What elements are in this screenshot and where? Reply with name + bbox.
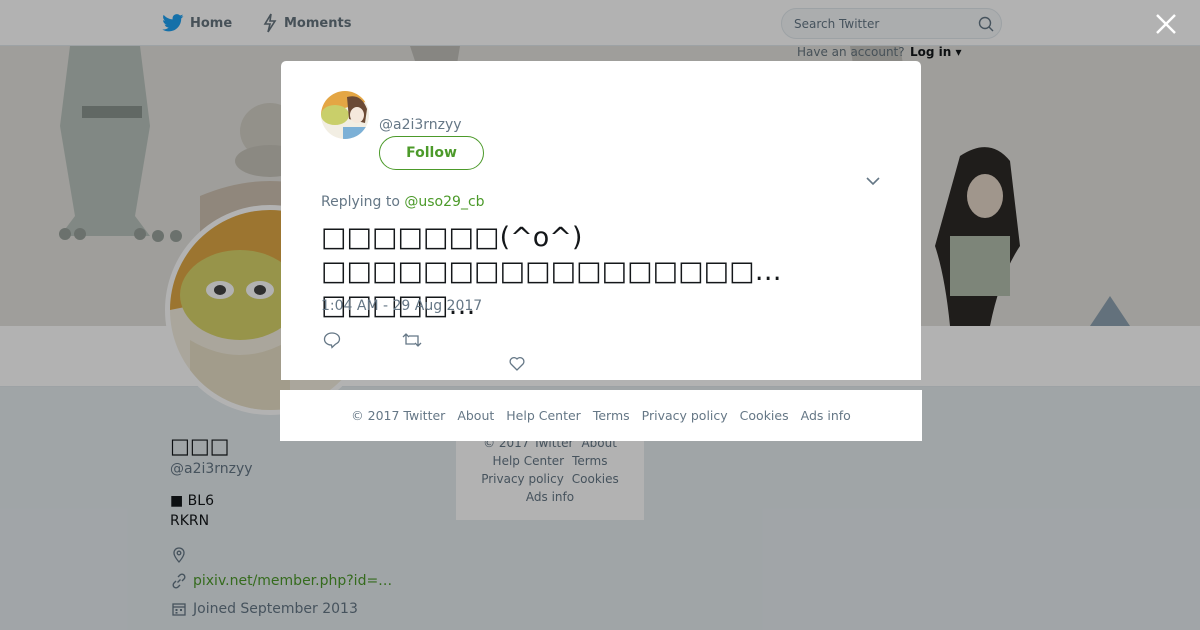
close-icon[interactable] [1154,12,1178,36]
avatar-artwork [321,91,369,139]
replying-prefix: Replying to [321,194,400,210]
footer-privacy-link[interactable]: Privacy policy [642,408,728,423]
follow-button[interactable]: Follow [379,136,484,170]
footer-terms-link[interactable]: Terms [593,408,630,423]
retweet-icon[interactable] [402,332,422,352]
reply-icon[interactable] [323,331,341,353]
chevron-down-icon[interactable] [866,171,880,190]
tweet-text-line-1: □□□□□□□(^o^) [321,222,583,253]
tweet-timestamp[interactable]: 1:04 AM - 29 Aug 2017 [321,298,482,314]
tweet-modal: @a2i3rnzyy Follow Replying to @uso29_cb … [281,61,921,380]
heart-icon[interactable] [509,356,525,375]
footer-ads-link[interactable]: Ads info [801,408,851,423]
footer-about-link[interactable]: About [457,408,494,423]
replying-to: Replying to @uso29_cb [321,194,485,210]
footer-cookies-link[interactable]: Cookies [740,408,789,423]
replying-mention-link[interactable]: @uso29_cb [404,194,484,210]
modal-footer: © 2017 Twitter About Help Center Terms P… [280,390,922,441]
footer-copyright: © 2017 Twitter [351,408,446,423]
footer-help-link[interactable]: Help Center [506,408,581,423]
tweet-author-handle[interactable]: @a2i3rnzyy [379,117,462,133]
tweet-author-avatar[interactable] [321,91,369,139]
